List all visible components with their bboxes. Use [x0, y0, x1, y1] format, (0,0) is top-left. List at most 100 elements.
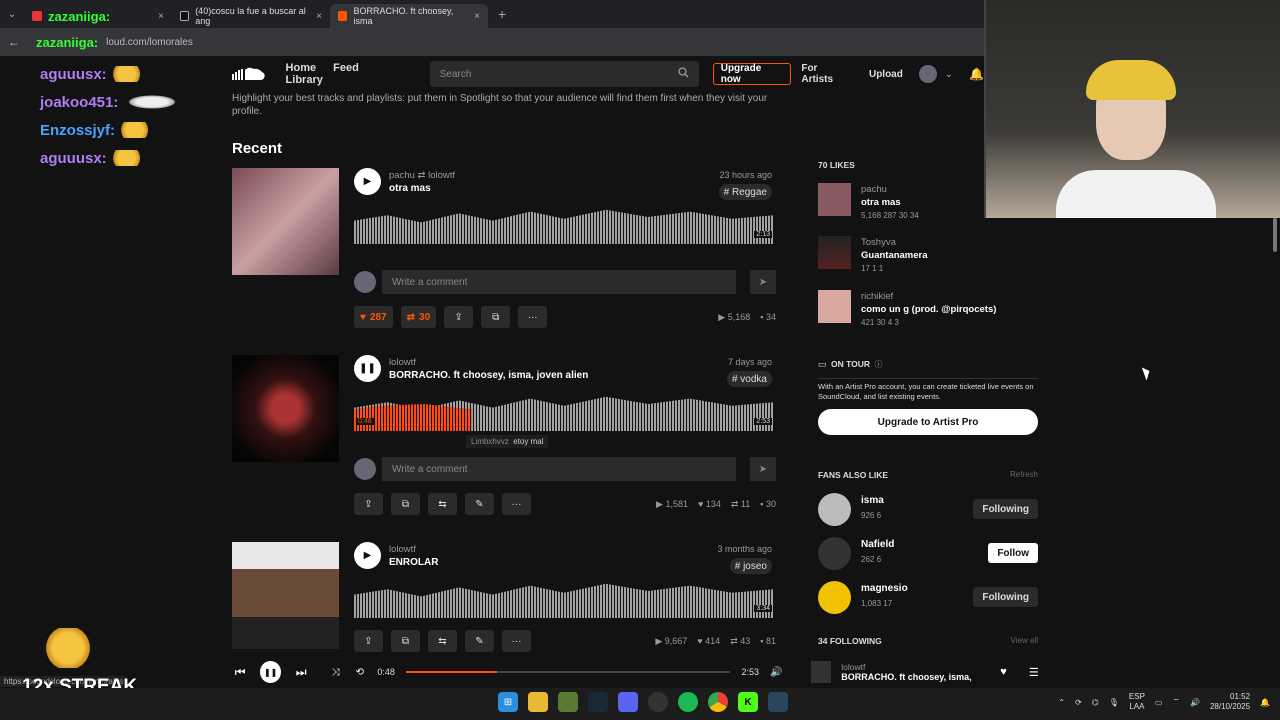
- refresh-link[interactable]: Refresh: [1010, 470, 1038, 479]
- liked-track-title[interactable]: otra mas: [861, 197, 901, 208]
- previous-track-icon[interactable]: ⏮: [228, 665, 252, 680]
- avatar[interactable]: [818, 537, 851, 570]
- copy-link-button[interactable]: ⧉: [481, 306, 511, 328]
- track-artwork[interactable]: [232, 355, 339, 462]
- avatar[interactable]: [818, 493, 851, 526]
- queue-icon[interactable]: ☰: [1022, 666, 1046, 679]
- liked-track-artwork[interactable]: [818, 236, 851, 269]
- share-button[interactable]: ⇪: [354, 493, 383, 515]
- nav-library[interactable]: Library: [286, 74, 323, 86]
- upgrade-artist-pro-button[interactable]: Upgrade to Artist Pro: [818, 409, 1038, 435]
- send-icon[interactable]: ➤: [750, 270, 776, 294]
- now-playing-artist[interactable]: lolowtf: [841, 662, 971, 672]
- comment-input[interactable]: Write a comment: [382, 270, 736, 294]
- genre-tag[interactable]: # Reggae: [718, 184, 772, 200]
- chevron-down-icon[interactable]: ⌄: [945, 69, 953, 80]
- copy-link-button[interactable]: ⧉: [391, 493, 420, 515]
- liked-track[interactable]: richikief como un g (prod. @pirqocets) 4…: [818, 290, 1042, 330]
- volume-icon[interactable]: 🔊: [764, 667, 788, 678]
- now-playing-info[interactable]: lolowtf BORRACHO. ft choosey, isma,...: [841, 662, 971, 682]
- share-button[interactable]: ⇪: [444, 306, 474, 328]
- obs-icon[interactable]: [648, 692, 668, 712]
- close-tab-icon[interactable]: ×: [316, 11, 322, 22]
- browser-tab-active[interactable]: BORRACHO. ft choosey, isma ×: [330, 4, 488, 28]
- track-artwork[interactable]: [232, 168, 339, 275]
- for-artists-link[interactable]: For Artists: [801, 63, 851, 85]
- view-all-link[interactable]: View all: [1011, 636, 1038, 645]
- following-heading[interactable]: 34 FOLLOWING: [818, 636, 882, 646]
- waveform[interactable]: 0:48 2:53: [354, 395, 774, 431]
- artist-name[interactable]: magnesio: [861, 583, 908, 594]
- track-artist[interactable]: lolowtf: [389, 544, 416, 555]
- system-clock[interactable]: 01:52 28/10/2025: [1210, 692, 1250, 712]
- more-button[interactable]: ···: [502, 630, 531, 652]
- search-input[interactable]: Search: [429, 61, 699, 87]
- liked-track[interactable]: Toshyva Guantanamera 17 1 1: [818, 236, 1042, 276]
- close-tab-icon[interactable]: ×: [158, 11, 164, 22]
- liked-track-artist[interactable]: Toshyva: [861, 237, 896, 248]
- discord-icon[interactable]: [618, 692, 638, 712]
- browser-tab[interactable]: zazaniiga: ×: [24, 4, 172, 28]
- send-icon[interactable]: ➤: [750, 457, 776, 481]
- network-icon[interactable]: ⌬: [1092, 698, 1099, 707]
- edit-button[interactable]: ✎: [465, 630, 494, 652]
- like-heart-icon[interactable]: ♥: [991, 666, 1015, 678]
- liked-track-artwork[interactable]: [818, 183, 851, 216]
- microphone-icon[interactable]: 🎙: [1109, 698, 1119, 707]
- more-button[interactable]: ···: [518, 306, 548, 328]
- comment-input[interactable]: Write a comment: [382, 457, 736, 481]
- share-button[interactable]: ⇪: [354, 630, 383, 652]
- progress-bar[interactable]: [406, 671, 731, 673]
- nav-feed[interactable]: Feed: [333, 62, 359, 74]
- copy-link-button[interactable]: ⧉: [391, 630, 420, 652]
- new-tab-icon[interactable]: +: [488, 6, 516, 22]
- repost-button[interactable]: ⇆: [428, 493, 457, 515]
- back-arrow-icon[interactable]: ←: [8, 35, 28, 49]
- edit-button[interactable]: ✎: [465, 493, 494, 515]
- file-explorer-icon[interactable]: [528, 692, 548, 712]
- track-artist[interactable]: pachu ⇄ lolowtf: [389, 170, 455, 181]
- pause-button[interactable]: ❚❚: [260, 661, 281, 683]
- like-button[interactable]: ♥ 287: [354, 306, 393, 328]
- display-icon[interactable]: ▭: [1155, 698, 1163, 707]
- following-button[interactable]: Following: [973, 499, 1038, 519]
- avatar[interactable]: [818, 581, 851, 614]
- browser-tab[interactable]: (40)coscu la fue a buscar al ang ×: [172, 4, 330, 28]
- wifi-icon[interactable]: ⌔: [1172, 697, 1180, 707]
- genre-tag[interactable]: # joseo: [729, 558, 772, 574]
- page-scrollbar[interactable]: [1272, 218, 1278, 658]
- likes-heading[interactable]: 70 LIKES: [818, 160, 855, 170]
- more-button[interactable]: ···: [502, 493, 531, 515]
- shuffle-icon[interactable]: ⤨: [323, 667, 347, 678]
- liked-track-title[interactable]: Guantanamera: [861, 250, 928, 261]
- chevron-up-icon[interactable]: ⌃: [1058, 698, 1065, 707]
- upgrade-now-button[interactable]: Upgrade now: [712, 63, 792, 85]
- waveform[interactable]: 3:34: [354, 582, 774, 618]
- next-track-icon[interactable]: ⏭: [289, 665, 313, 680]
- notifications-bell-icon[interactable]: 🔔: [969, 67, 984, 81]
- pause-button[interactable]: ❚❚: [354, 355, 381, 382]
- upload-link[interactable]: Upload: [869, 69, 903, 80]
- windows-start-icon[interactable]: ⊞: [498, 692, 518, 712]
- notification-icon[interactable]: 🔔: [1260, 698, 1270, 707]
- waveform[interactable]: 2:13: [354, 208, 774, 244]
- search-icon[interactable]: [678, 67, 689, 81]
- app-icon[interactable]: [558, 692, 578, 712]
- tab-list-menu-icon[interactable]: ⌄: [0, 0, 24, 28]
- artist-name[interactable]: isma: [861, 495, 884, 506]
- play-button[interactable]: ▶: [354, 168, 381, 195]
- repeat-icon[interactable]: ⟲: [348, 667, 372, 678]
- liked-track-artist[interactable]: pachu: [861, 184, 887, 195]
- info-icon[interactable]: ⓘ: [874, 360, 882, 369]
- track-title[interactable]: ENROLAR: [389, 557, 438, 568]
- track-artwork[interactable]: [232, 542, 339, 649]
- follow-button[interactable]: Follow: [988, 543, 1038, 563]
- play-button[interactable]: ▶: [354, 542, 381, 569]
- following-button[interactable]: Following: [973, 587, 1038, 607]
- artist-name[interactable]: Nafield: [861, 539, 894, 550]
- steam-icon[interactable]: [588, 692, 608, 712]
- track-artist[interactable]: lolowtf: [389, 357, 416, 368]
- track-title[interactable]: otra mas: [389, 183, 431, 194]
- kick-icon[interactable]: K: [738, 692, 758, 712]
- now-playing-title[interactable]: BORRACHO. ft choosey, isma,...: [841, 672, 971, 682]
